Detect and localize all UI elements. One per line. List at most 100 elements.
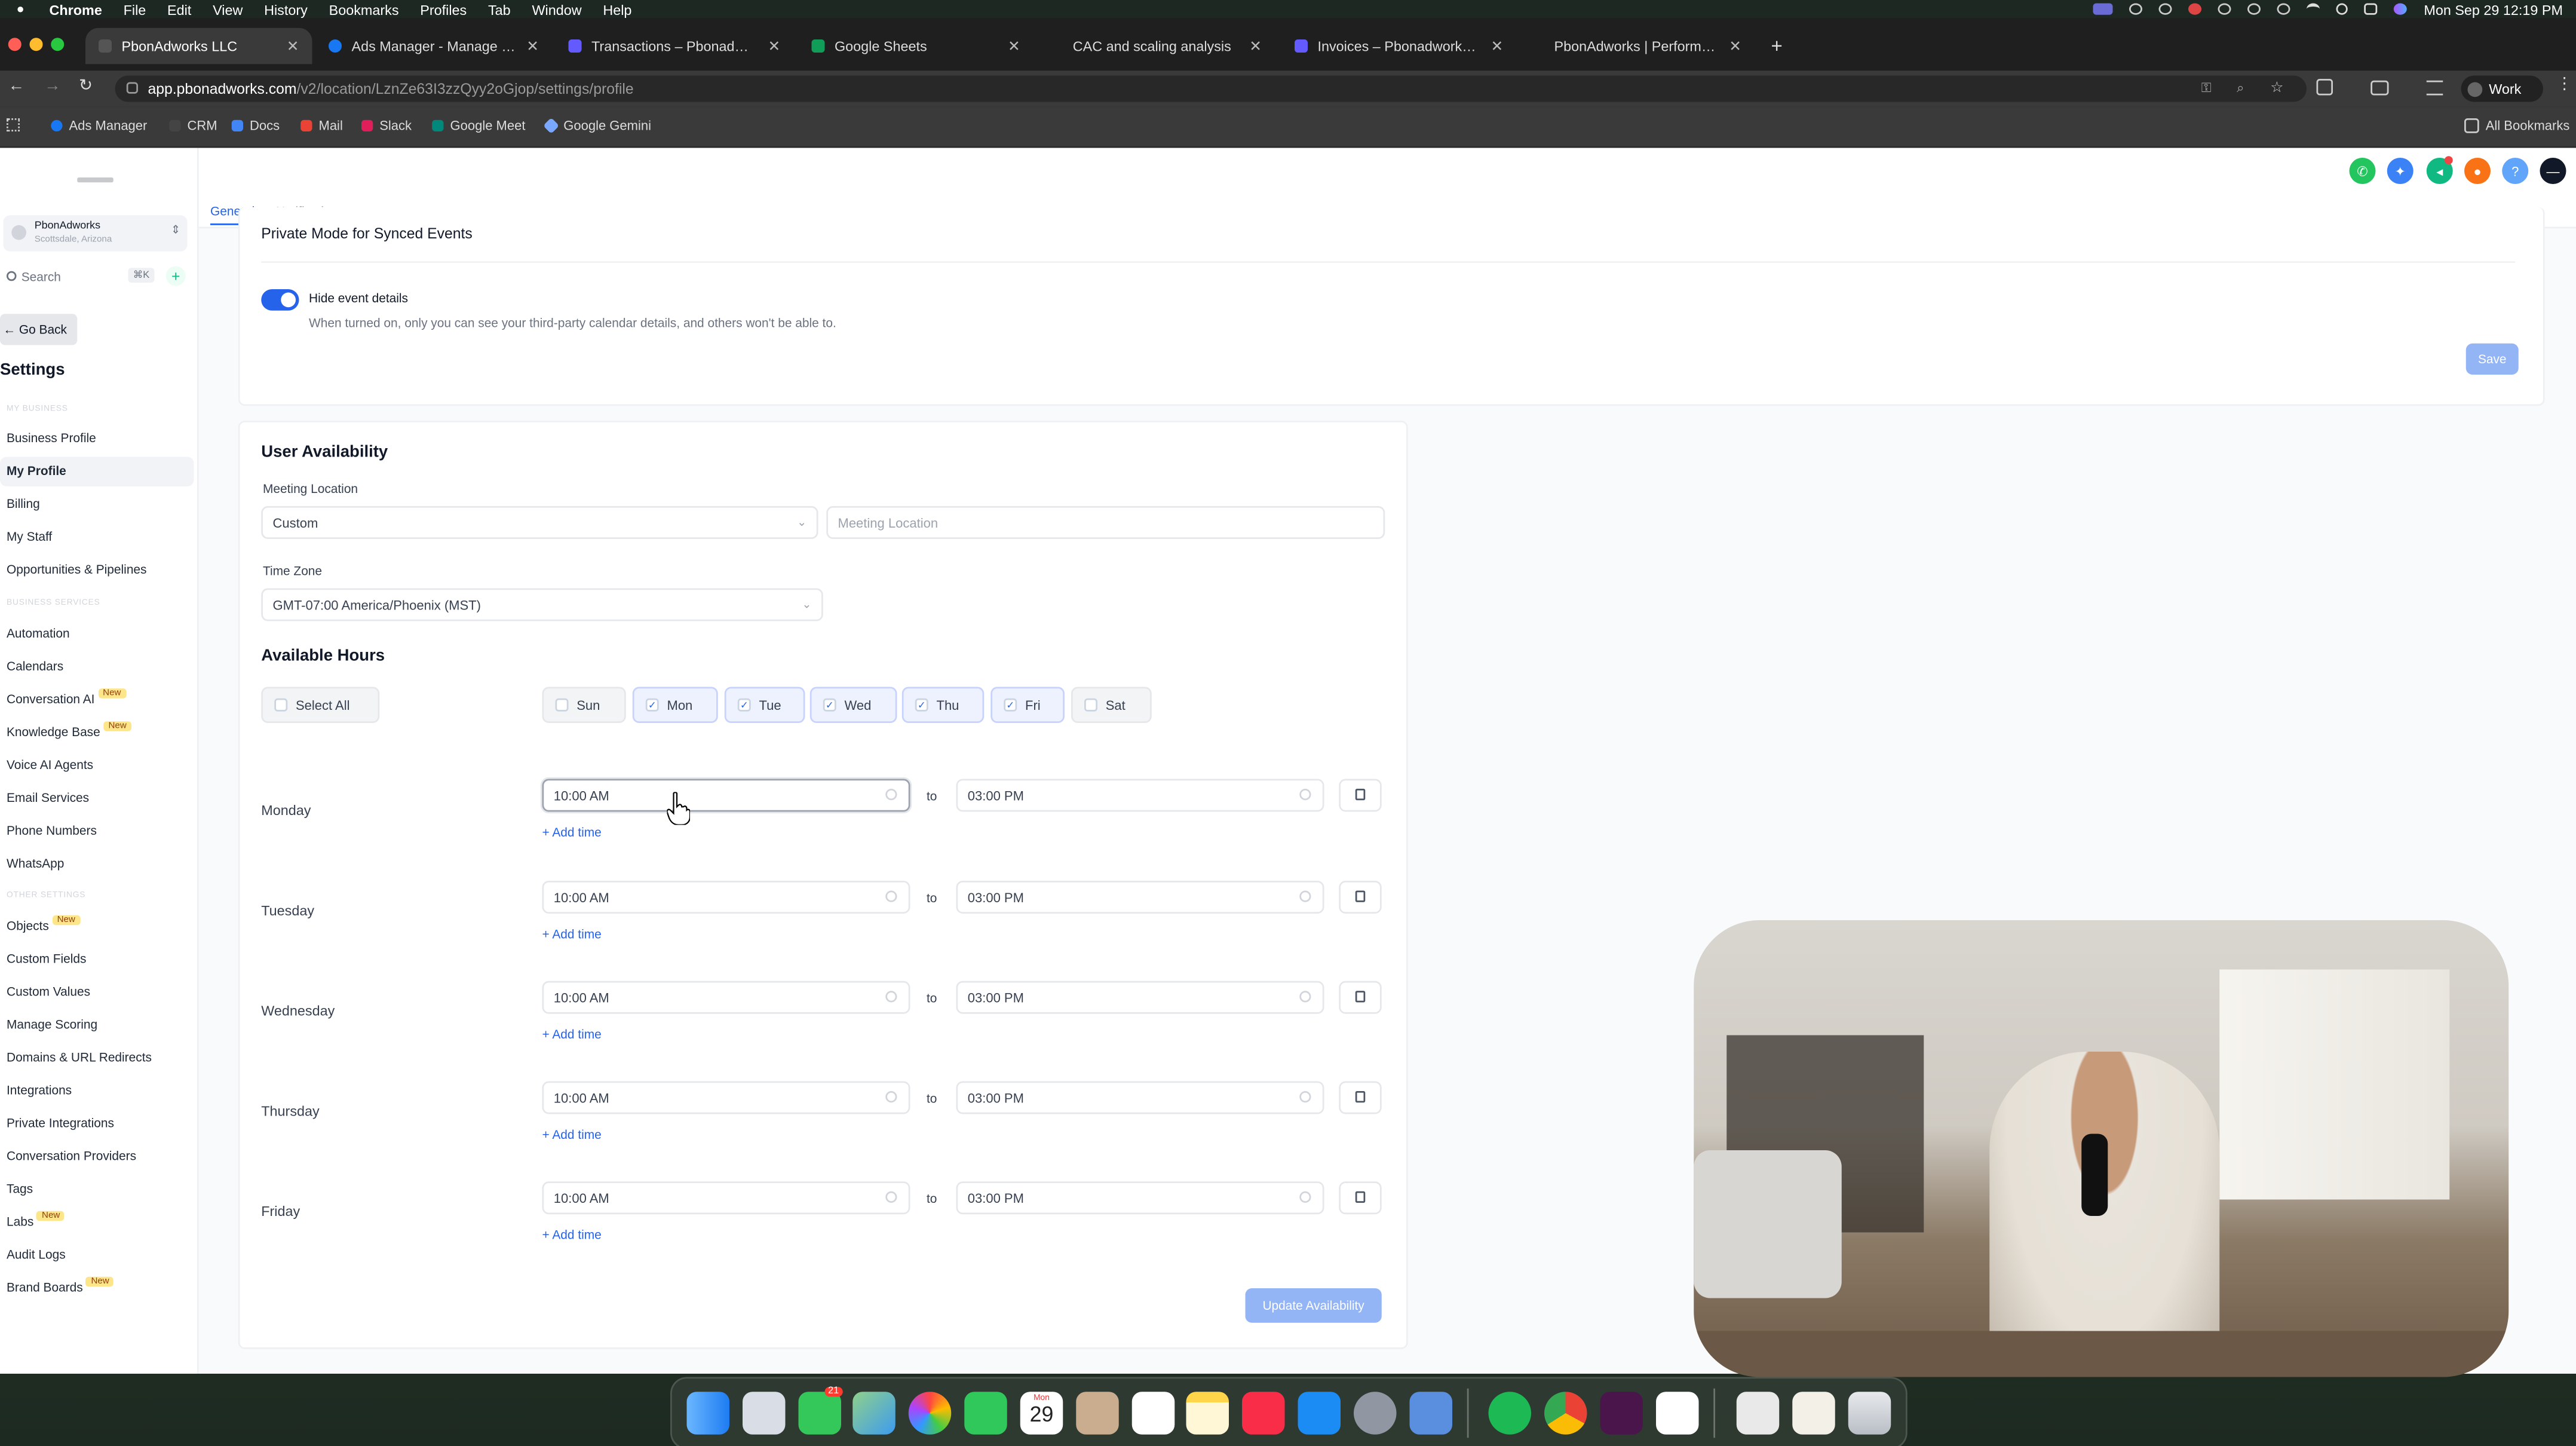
bookmark-crm[interactable]: CRM <box>169 118 217 133</box>
timezone-select[interactable]: GMT-07:00 America/Phoenix (MST) ⌄ <box>261 588 823 621</box>
play-icon[interactable] <box>2248 3 2262 15</box>
record-icon[interactable] <box>2130 3 2143 15</box>
add-time-link[interactable]: + Add time <box>542 1027 602 1042</box>
tab-close-icon[interactable]: ✕ <box>1008 37 1020 55</box>
slack-icon[interactable] <box>1600 1392 1643 1435</box>
window-minimize-button[interactable] <box>29 38 43 51</box>
calendar-icon[interactable]: Mon 29 <box>1020 1392 1063 1435</box>
bookmark-ads-manager[interactable]: Ads Manager <box>51 118 147 133</box>
browser-tab[interactable]: Invoices – Pbonadworks – St ✕ <box>1281 28 1516 65</box>
menu-bookmarks[interactable]: Bookmarks <box>329 1 399 17</box>
browser-tab[interactable]: Transactions – Pbonadworks ✕ <box>556 28 794 65</box>
sidebar-search[interactable]: Search ⌘K <box>4 268 158 291</box>
notes-icon[interactable] <box>1186 1392 1229 1435</box>
sidebar-item-automation[interactable]: Automation <box>7 626 70 641</box>
sidebar-item-integrations[interactable]: Integrations <box>7 1083 72 1098</box>
new-tab-icon[interactable]: + <box>1771 35 1783 58</box>
forward-icon[interactable]: → <box>44 77 61 95</box>
browser-tab[interactable]: PbonAdworks LLC ✕ <box>85 27 312 65</box>
sidebar-item-audit-logs[interactable]: Audit Logs <box>7 1247 66 1262</box>
sidebar-item-my-staff[interactable]: My Staff <box>7 529 52 544</box>
bookmark-google-gemini[interactable]: Google Gemini <box>543 117 651 134</box>
magic-wand-icon[interactable]: ✦ <box>2387 158 2414 184</box>
music-icon[interactable] <box>1242 1392 1285 1435</box>
day-checkbox-mon[interactable]: ✓ Mon <box>632 687 718 723</box>
quick-add-icon[interactable]: + <box>165 266 186 286</box>
sidebar-item-custom-fields[interactable]: Custom Fields <box>7 951 86 966</box>
hide-event-details-toggle[interactable] <box>261 289 299 311</box>
tab-close-icon[interactable]: ✕ <box>526 37 539 55</box>
menu-help[interactable]: Help <box>603 1 631 17</box>
tab-close-icon[interactable]: ✕ <box>287 37 299 55</box>
launchpad-icon[interactable] <box>743 1392 786 1435</box>
start-time-input[interactable]: 10:00 AM <box>542 779 910 812</box>
screen-share-icon[interactable] <box>2093 3 2114 15</box>
phone-icon[interactable]: ✆ <box>2349 158 2376 184</box>
user-avatar-icon[interactable]: — <box>2540 158 2566 184</box>
search-icon[interactable] <box>2336 3 2348 15</box>
copy-times-button[interactable] <box>1339 779 1382 812</box>
bookmark-google-meet[interactable]: Google Meet <box>432 118 525 133</box>
focus-icon[interactable] <box>2189 3 2203 15</box>
browser-tab[interactable]: Google Sheets ✕ <box>799 28 1034 65</box>
end-time-input[interactable]: 03:00 PM <box>956 881 1324 914</box>
window-close-button[interactable] <box>8 38 22 51</box>
add-time-link[interactable]: + Add time <box>542 825 602 840</box>
end-time-input[interactable]: 03:00 PM <box>956 981 1324 1014</box>
sidebar-item-domains[interactable]: Domains & URL Redirects <box>7 1050 152 1065</box>
end-time-input[interactable]: 03:00 PM <box>956 1081 1324 1114</box>
all-bookmarks-button[interactable]: All Bookmarks <box>2464 118 2569 133</box>
copy-times-button[interactable] <box>1339 981 1382 1014</box>
day-checkbox-thu[interactable]: ✓ Thu <box>901 687 985 723</box>
tab-close-icon[interactable]: ✕ <box>1249 37 1262 55</box>
day-checkbox-sat[interactable]: Sat <box>1071 687 1152 723</box>
wifi-icon[interactable] <box>2307 3 2321 15</box>
sidebar-item-custom-values[interactable]: Custom Values <box>7 984 90 999</box>
sidebar-item-objects[interactable]: Objects New <box>7 915 81 933</box>
sidebar-item-manage-scoring[interactable]: Manage Scoring <box>7 1017 97 1032</box>
day-checkbox-sun[interactable]: Sun <box>542 687 626 723</box>
bookmark-slack[interactable]: Slack <box>361 118 412 133</box>
sidebar-item-brand-boards[interactable]: Brand Boards New <box>7 1276 114 1295</box>
copy-times-button[interactable] <box>1339 1181 1382 1215</box>
account-switcher[interactable]: PbonAdworks Scottsdale, Arizona ⇕ <box>3 215 188 252</box>
window-zoom-button[interactable] <box>51 38 65 51</box>
system-settings-icon[interactable] <box>1354 1392 1397 1435</box>
zoom-icon[interactable]: ⌕ <box>2237 81 2244 97</box>
site-info-icon[interactable] <box>126 82 138 94</box>
finder-icon[interactable] <box>686 1392 729 1435</box>
menu-clock[interactable]: Mon Sep 29 12:19 PM <box>2424 1 2563 17</box>
siri-icon[interactable] <box>2394 3 2408 15</box>
day-checkbox-fri[interactable]: ✓ Fri <box>990 687 1065 723</box>
reload-icon[interactable]: ↻ <box>79 77 93 95</box>
browser-tab[interactable]: CAC and scaling analysis ✕ <box>1040 28 1275 65</box>
menu-history[interactable]: History <box>264 1 308 17</box>
tab-close-icon[interactable]: ✕ <box>1729 37 1741 55</box>
sidebar-item-whatsapp[interactable]: WhatsApp <box>7 856 64 871</box>
profile-button[interactable]: Work <box>2461 75 2543 102</box>
split-view-icon[interactable] <box>2370 80 2389 96</box>
select-all-checkbox[interactable]: Select All <box>261 687 380 723</box>
bookmark-mail[interactable]: Mail <box>300 118 343 133</box>
downloads-stack-icon[interactable] <box>1792 1392 1835 1435</box>
menu-app-name[interactable]: Chrome <box>50 1 102 17</box>
add-time-link[interactable]: + Add time <box>542 927 602 942</box>
add-time-link[interactable]: + Add time <box>542 1128 602 1142</box>
menu-window[interactable]: Window <box>532 1 581 17</box>
menu-file[interactable]: File <box>124 1 146 17</box>
end-time-input[interactable]: 03:00 PM <box>956 1181 1324 1215</box>
update-availability-button[interactable]: Update Availability <box>1245 1288 1382 1323</box>
start-time-input[interactable]: 10:00 AM <box>542 981 910 1014</box>
copy-times-button[interactable] <box>1339 1081 1382 1114</box>
tab-close-icon[interactable]: ✕ <box>768 37 780 55</box>
sidebar-item-phone-numbers[interactable]: Phone Numbers <box>7 823 97 838</box>
sidebar-item-business-profile[interactable]: Business Profile <box>7 431 96 446</box>
sidebar-item-opportunities[interactable]: Opportunities & Pipelines <box>7 562 147 577</box>
sidebar-item-voice-ai-agents[interactable]: Voice AI Agents <box>7 758 93 773</box>
sidebar-item-tags[interactable]: Tags <box>7 1181 33 1196</box>
save-button[interactable]: Save <box>2465 343 2519 375</box>
extensions-icon[interactable] <box>2316 79 2333 96</box>
app-store-icon[interactable] <box>1298 1392 1341 1435</box>
address-bar[interactable]: app.pbonadworks.com/v2/location/LznZe63I… <box>115 75 2307 102</box>
trash-icon[interactable] <box>1848 1392 1891 1435</box>
